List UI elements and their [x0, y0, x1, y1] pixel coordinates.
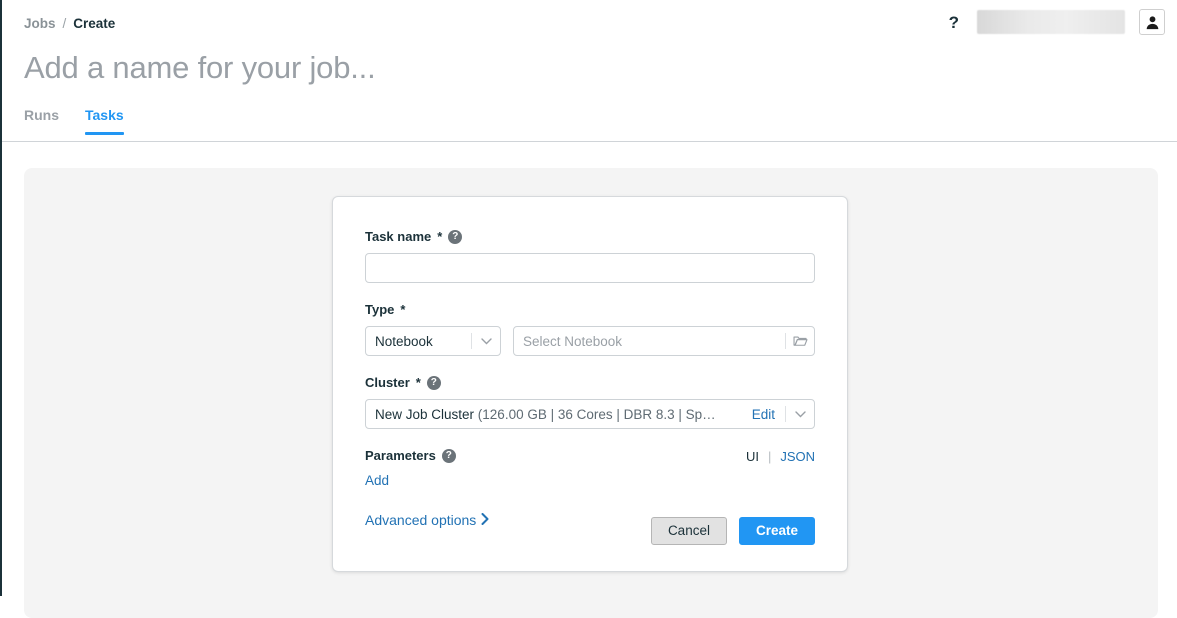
create-button[interactable]: Create	[739, 517, 815, 545]
type-row: Notebook Select Notebook	[365, 326, 815, 356]
parameters-mode-toggle: UI | JSON	[746, 448, 815, 464]
type-select-value: Notebook	[366, 334, 471, 349]
notebook-picker[interactable]: Select Notebook	[513, 326, 815, 356]
cluster-field: Cluster * ? New Job Cluster (126.00 GB |…	[365, 375, 815, 429]
job-name-input[interactable]: Add a name for your job...	[24, 50, 376, 86]
advanced-options-toggle[interactable]: Advanced options	[365, 512, 489, 528]
cluster-select[interactable]: New Job Cluster (126.00 GB | 36 Cores | …	[365, 399, 815, 429]
breadcrumb-separator: /	[63, 16, 67, 31]
cluster-spec: (126.00 GB | 36 Cores | DBR 8.3 | Sp…	[478, 407, 716, 422]
breadcrumb: Jobs / Create	[24, 16, 115, 31]
breadcrumb-current: Create	[73, 16, 115, 31]
tasks-panel: Task name * ? Type *	[24, 168, 1158, 618]
type-required-marker: *	[400, 302, 405, 317]
cluster-select-value: New Job Cluster (126.00 GB | 36 Cores | …	[366, 407, 750, 422]
type-field: Type * Notebook	[365, 302, 815, 356]
parameters-mode-separator: |	[768, 449, 771, 464]
parameters-field: Parameters ? UI | JSON Add	[365, 448, 815, 490]
parameters-mode-ui[interactable]: UI	[746, 449, 759, 464]
parameters-mode-json[interactable]: JSON	[780, 449, 815, 464]
tab-runs[interactable]: Runs	[24, 107, 59, 135]
parameters-help-icon[interactable]: ?	[442, 449, 456, 463]
type-label-row: Type *	[365, 302, 815, 317]
task-name-required-marker: *	[437, 229, 442, 244]
cluster-label: Cluster	[365, 375, 410, 390]
page-header: Jobs / Create Add a name for your job...…	[2, 0, 1177, 142]
type-select[interactable]: Notebook	[365, 326, 501, 356]
parameters-label-row: Parameters ?	[365, 448, 456, 463]
chevron-right-icon	[481, 512, 489, 528]
chevron-down-icon	[472, 338, 500, 345]
task-name-field: Task name * ?	[365, 229, 815, 283]
tab-bar: Runs Tasks	[24, 107, 124, 135]
cluster-edit-link[interactable]: Edit	[750, 407, 785, 422]
redacted-workspace-bar	[977, 10, 1125, 34]
task-name-label-row: Task name * ?	[365, 229, 815, 244]
cluster-name: New Job Cluster	[375, 407, 478, 422]
advanced-options-label: Advanced options	[365, 512, 476, 528]
task-form: Task name * ? Type *	[365, 229, 815, 530]
cluster-required-marker: *	[416, 375, 421, 390]
chevron-down-icon	[786, 411, 814, 418]
cancel-button[interactable]: Cancel	[651, 517, 727, 545]
card-action-bar: Cancel Create	[651, 517, 815, 545]
parameters-label: Parameters	[365, 448, 436, 463]
help-icon[interactable]: ?	[945, 12, 963, 33]
parameters-header-row: Parameters ? UI | JSON	[365, 448, 815, 464]
type-label: Type	[365, 302, 394, 317]
cluster-help-icon[interactable]: ?	[427, 376, 441, 390]
task-editor-card: Task name * ? Type *	[332, 196, 848, 572]
task-name-help-icon[interactable]: ?	[448, 230, 462, 244]
tab-tasks[interactable]: Tasks	[85, 107, 124, 135]
page-root: Jobs / Create Add a name for your job...…	[2, 0, 1177, 596]
content-area: Task name * ? Type *	[2, 142, 1177, 596]
parameters-add-link[interactable]: Add	[365, 473, 389, 488]
header-right-cluster: ?	[945, 9, 1165, 35]
folder-open-icon[interactable]	[786, 335, 814, 347]
breadcrumb-jobs-link[interactable]: Jobs	[24, 16, 56, 31]
notebook-picker-value: Select Notebook	[514, 334, 785, 349]
task-name-input[interactable]	[365, 253, 815, 283]
cluster-label-row: Cluster * ?	[365, 375, 815, 390]
task-name-label: Task name	[365, 229, 431, 244]
user-icon	[1145, 15, 1160, 30]
avatar[interactable]	[1139, 9, 1165, 35]
